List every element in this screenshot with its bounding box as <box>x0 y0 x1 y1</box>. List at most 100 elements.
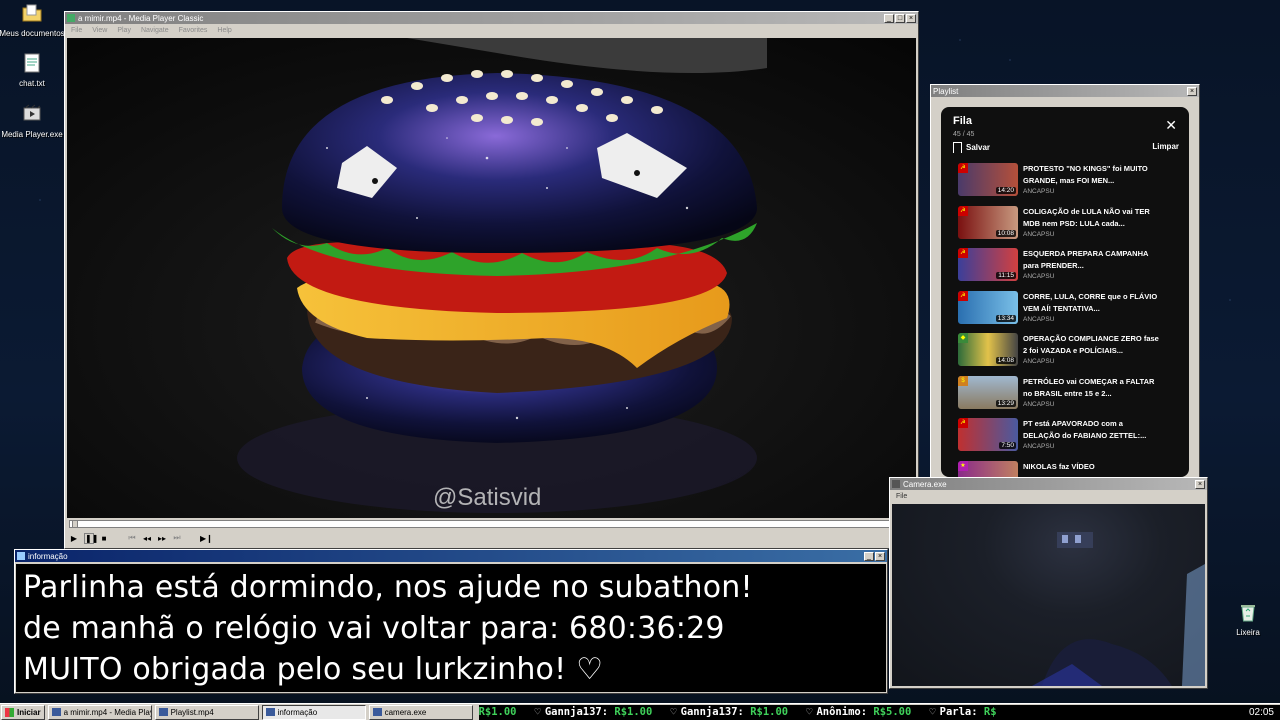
menu-play[interactable]: Play <box>117 27 131 34</box>
media-player-icon <box>23 104 41 121</box>
video-title: CORRE, LULA, CORRE que o FLÁVIO VEM AÍ! … <box>1023 291 1158 313</box>
info-line: de manhã o relógio vai voltar para: 680:… <box>23 611 725 646</box>
stop-icon[interactable]: ■ <box>99 534 109 543</box>
menu-favorites[interactable]: Favorites <box>179 27 208 34</box>
bookmark-icon <box>953 142 962 156</box>
list-item[interactable]: ☭ 14:20 PROTESTO "NO KINGS" foi MUITO GRA… <box>941 163 1189 206</box>
fast-forward-icon[interactable]: ▸▸ <box>157 534 167 543</box>
video-title: COLIGAÇÃO de LULA NÃO vai TER MDB nem PS… <box>1023 206 1150 228</box>
close-icon[interactable]: ✕ <box>1165 117 1177 134</box>
video-area[interactable]: @Satisvid <box>67 38 916 518</box>
minimize-button[interactable]: _ <box>884 13 894 23</box>
duration-badge: 10:08 <box>995 229 1016 237</box>
playlist-titlebar[interactable]: Playlist × <box>931 85 1199 97</box>
camera-titlebar[interactable]: Camera.exe × <box>890 478 1207 490</box>
video-thumbnail: ★ <box>958 460 1018 477</box>
flag-icon: ☭ <box>958 248 968 258</box>
seek-bar[interactable] <box>69 520 914 528</box>
desktop-icon-label: Meus documentos <box>0 29 65 38</box>
save-label: Salvar <box>966 143 991 152</box>
video-title: PROTESTO "NO KINGS" foi MUITO GRANDE, ma… <box>1023 164 1148 185</box>
recycle-bin-icon <box>1241 605 1255 622</box>
task-label: informação <box>277 707 318 717</box>
window-title: a mimir.mp4 - Media Player Classic <box>78 13 204 23</box>
info-window: informação _ × Parlinha está dormindo, n… <box>14 549 888 694</box>
playback-controls: ▶ ❚❚ ■ ⏮ ◂◂ ▸▸ ⏭ ▶❙ 🔈 <box>69 531 914 545</box>
rewind-icon[interactable]: ◂◂ <box>142 534 152 543</box>
previous-icon[interactable]: ⏮ <box>127 533 137 543</box>
video-thumbnail: ☭ 13:34 <box>958 290 1018 324</box>
channel-name: ANCAPSU <box>1023 400 1055 408</box>
task-label: camera.exe <box>384 707 427 717</box>
desktop-icon-documents[interactable]: Meus documentos <box>0 2 67 38</box>
list-item[interactable]: ☭ 13:34 CORRE, LULA, CORRE que o FLÁVIO V… <box>941 290 1189 334</box>
channel-name: ANCAPSU <box>1023 188 1055 195</box>
desktop-icon-chat[interactable]: chat.txt <box>0 52 67 88</box>
menu-navigate[interactable]: Navigate <box>141 27 169 34</box>
heart-icon: ♡ <box>670 706 677 718</box>
taskbar-item-info[interactable]: informação <box>261 704 366 720</box>
clear-button[interactable]: Limpar <box>1152 142 1179 153</box>
info-line: Parlinha está dormindo, nos ajude no sub… <box>23 570 753 605</box>
queue-list: ☭ 14:20 PROTESTO "NO KINGS" foi MUITO GRA… <box>941 163 1189 477</box>
video-thumbnail: ☭ 7:50 <box>958 418 1018 451</box>
close-button[interactable]: × <box>906 13 916 23</box>
menu-bar: File View Play Navigate Favorites Help <box>65 24 918 36</box>
video-thumbnail: ☭ 11:15 <box>958 248 1018 281</box>
seek-thumb[interactable] <box>72 520 78 528</box>
desktop-icon-media-player[interactable]: Media Player.exe <box>0 103 67 139</box>
menu-file[interactable]: File <box>71 27 82 34</box>
desktop-icon-recycle-bin[interactable]: Lixeira <box>1213 601 1280 637</box>
pause-icon[interactable]: ❚❚ <box>84 532 98 544</box>
flag-icon: ◆ <box>958 333 968 343</box>
system-tray: 02:05 <box>1208 704 1280 720</box>
donor-name: Parla: <box>939 706 978 718</box>
info-titlebar[interactable]: informação _ × <box>15 550 887 562</box>
channel-name: ANCAPSU <box>1023 358 1055 365</box>
camera-image <box>1032 532 1205 686</box>
video-thumbnail: $13:29 <box>958 375 1018 409</box>
list-item[interactable]: ◆ 14:08 OPERAÇÃO COMPLIANCE ZERO fase 2 f… <box>941 333 1189 376</box>
flag-icon: ☭ <box>958 290 968 301</box>
video-title: NIKOLAS faz VÍDEO <box>1023 461 1095 471</box>
close-button[interactable]: × <box>1187 86 1197 96</box>
close-button[interactable]: × <box>875 551 885 561</box>
task-label: Playlist.mp4 <box>170 707 214 717</box>
media-player-titlebar[interactable]: a mimir.mp4 - Media Player Classic _ □ × <box>65 12 918 24</box>
menu-view[interactable]: View <box>92 27 107 34</box>
start-button[interactable]: Iniciar <box>1 704 45 720</box>
close-button[interactable]: × <box>1195 479 1205 489</box>
taskbar-item-camera[interactable]: camera.exe <box>368 704 473 720</box>
video-frame <box>67 38 916 518</box>
list-item[interactable]: ☭ 7:50 PT está APAVORADO com a DELAÇÃO do… <box>941 418 1189 461</box>
donation-amount: R$1.00 <box>614 706 653 718</box>
queue-title: Fila <box>953 115 972 127</box>
clock[interactable]: 02:05 <box>1249 707 1274 718</box>
donor-name: Gannja137: <box>680 706 744 718</box>
menu-help[interactable]: Help <box>217 27 231 34</box>
minimize-button[interactable]: _ <box>864 551 874 561</box>
next-icon[interactable]: ⏭ <box>172 533 182 543</box>
taskbar-item-playlist[interactable]: Playlist.mp4 <box>154 704 259 720</box>
heart-icon: ♡ <box>534 706 541 718</box>
donation-amount: R$1.00 <box>478 706 517 718</box>
taskbar-item-media-player[interactable]: a mimir.mp4 - Media Playe... <box>47 704 152 720</box>
list-item[interactable]: ★ NIKOLAS faz VÍDEO <box>941 460 1189 477</box>
video-title: OPERAÇÃO COMPLIANCE ZERO fase 2 foi VAZA… <box>1023 334 1159 355</box>
list-item[interactable]: ☭ 10:08 COLIGAÇÃO de LULA NÃO vai TER MDB… <box>941 205 1189 249</box>
maximize-button[interactable]: □ <box>895 13 905 23</box>
window-icon <box>158 708 168 716</box>
camera-icon <box>372 708 382 716</box>
menu-file[interactable]: File <box>896 493 907 500</box>
channel-name: ANCAPSU <box>1023 443 1055 450</box>
play-icon[interactable]: ▶ <box>69 534 79 543</box>
save-button[interactable]: Salvar <box>953 142 991 156</box>
list-item[interactable]: ☭ 11:15 ESQUERDA PREPARA CAMPANHA para PR… <box>941 248 1189 291</box>
video-title: PETRÓLEO vai COMEÇAR a FALTAR no BRASIL … <box>1023 376 1155 398</box>
window-icon <box>265 708 275 716</box>
frame-step-icon[interactable]: ▶❙ <box>200 534 213 543</box>
task-label: a mimir.mp4 - Media Playe... <box>63 707 151 717</box>
duration-badge: 13:29 <box>995 399 1016 407</box>
list-item[interactable]: $13:29 PETRÓLEO vai COMEÇAR a FALTAR no … <box>941 375 1189 419</box>
heart-icon: ♡ <box>929 706 936 718</box>
